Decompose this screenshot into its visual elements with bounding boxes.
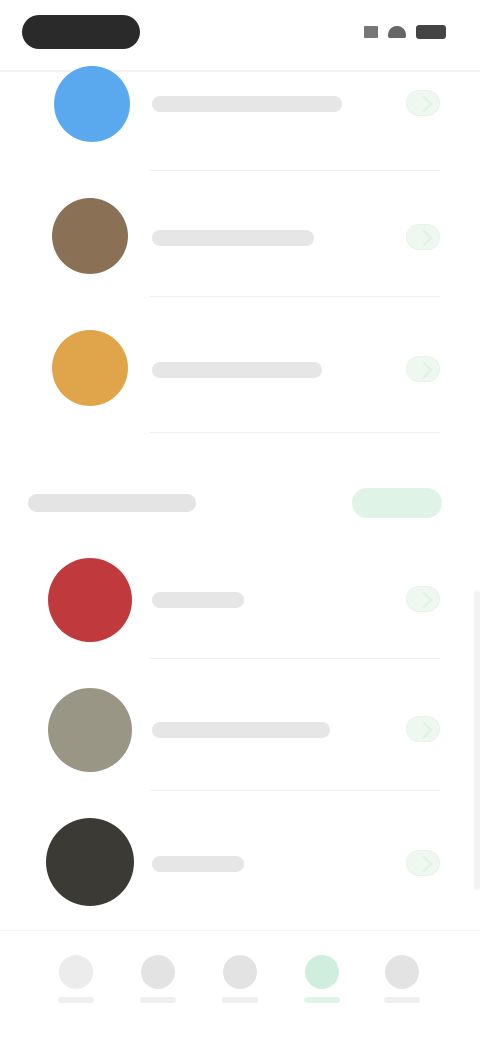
battery-icon	[416, 25, 446, 39]
avatar	[48, 558, 132, 642]
section-title-placeholder	[28, 494, 196, 512]
nav-label	[140, 997, 176, 1003]
list-item[interactable]	[0, 44, 480, 164]
wifi-icon	[388, 26, 406, 38]
avatar	[52, 330, 128, 406]
avatar	[46, 818, 134, 906]
nav-item-home[interactable]	[50, 955, 102, 1019]
follow-button[interactable]	[406, 716, 440, 742]
section-header	[0, 478, 480, 528]
row-divider	[150, 432, 440, 433]
list-item[interactable]	[0, 668, 480, 788]
item-name-placeholder	[152, 96, 342, 112]
see-all-button[interactable]	[352, 488, 442, 518]
avatar	[54, 66, 130, 142]
list-item[interactable]	[0, 538, 480, 658]
list-item[interactable]	[0, 306, 480, 426]
profile-icon	[385, 955, 419, 989]
item-name-placeholder	[152, 592, 244, 608]
bottom-nav	[0, 930, 480, 1040]
nav-label	[58, 997, 94, 1003]
home-icon	[59, 955, 93, 989]
list-item[interactable]	[0, 176, 480, 296]
list-item[interactable]	[0, 800, 480, 920]
row-divider	[150, 170, 440, 171]
item-name-placeholder	[152, 722, 330, 738]
status-icons	[364, 25, 446, 39]
item-name-placeholder	[152, 856, 244, 872]
follow-button[interactable]	[406, 90, 440, 116]
nav-item-profile[interactable]	[376, 955, 428, 1019]
item-name-placeholder	[152, 230, 314, 246]
follow-button[interactable]	[406, 224, 440, 250]
nav-item-library[interactable]	[214, 955, 266, 1019]
nav-item-people[interactable]	[296, 955, 348, 1019]
scrollbar[interactable]	[474, 590, 480, 890]
item-name-placeholder	[152, 362, 322, 378]
row-divider	[150, 658, 440, 659]
row-divider	[150, 296, 440, 297]
screen	[0, 0, 480, 1040]
follow-button[interactable]	[406, 356, 440, 382]
avatar	[48, 688, 132, 772]
search-icon	[141, 955, 175, 989]
library-icon	[223, 955, 257, 989]
follow-button[interactable]	[406, 586, 440, 612]
nav-label	[384, 997, 420, 1003]
nav-label	[222, 997, 258, 1003]
follow-button[interactable]	[406, 850, 440, 876]
avatar	[52, 198, 128, 274]
nav-item-search[interactable]	[132, 955, 184, 1019]
people-icon	[305, 955, 339, 989]
cellular-signal-icon	[364, 26, 378, 38]
nav-label	[304, 997, 340, 1003]
row-divider	[150, 790, 440, 791]
